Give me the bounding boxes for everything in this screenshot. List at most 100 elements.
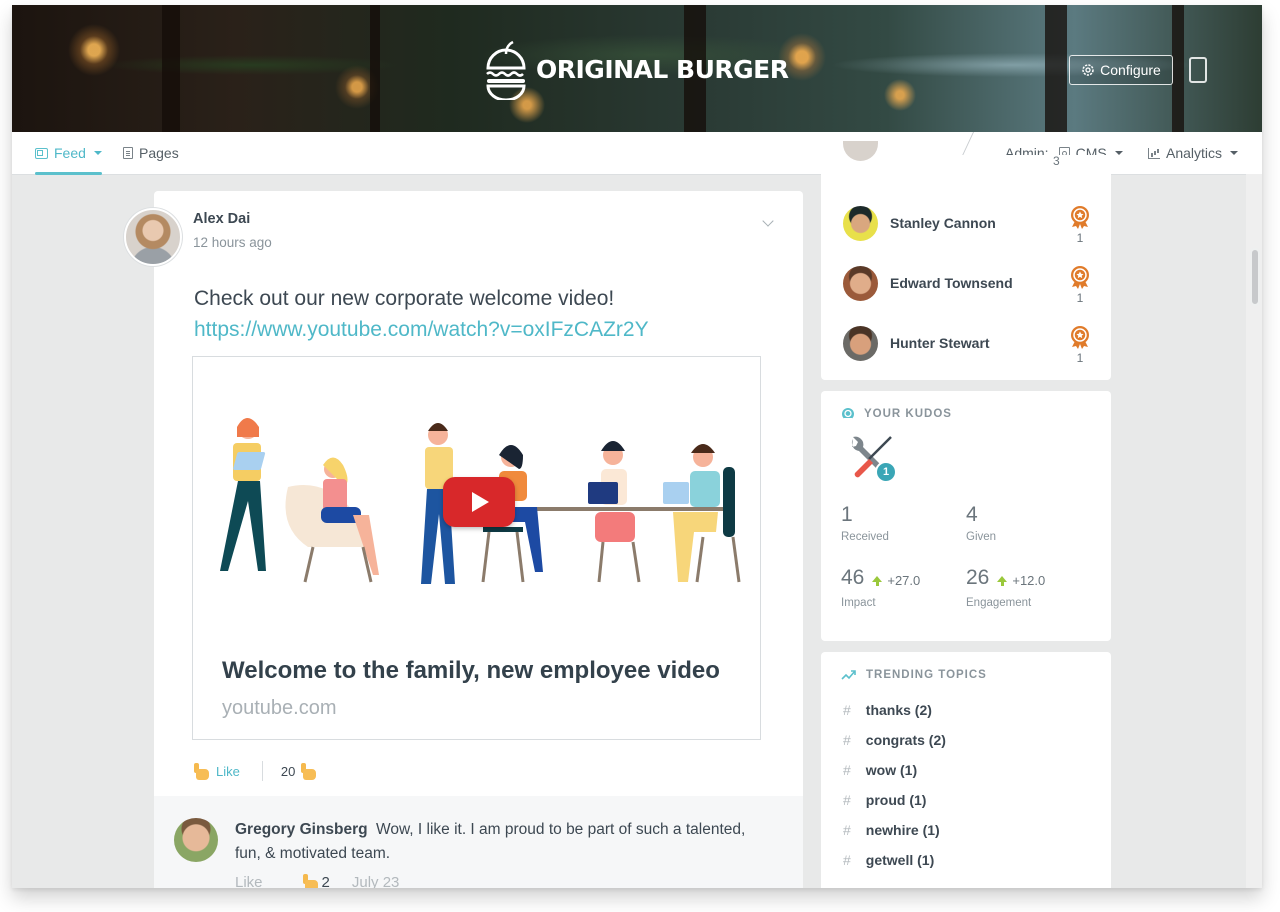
post-menu-chevron-icon[interactable] [762,215,774,227]
topic-item[interactable]: # proud (1) [843,792,926,808]
hero-banner: ORIGINAL BURGER Configure [12,5,1262,132]
comments-section: Gregory Ginsberg Wow, I like it. I am pr… [154,796,803,888]
stat-engagement: 26 +12.0 Engagement [966,566,1045,609]
comment-date: July 23 [351,874,400,888]
trending-icon [841,670,856,680]
topic-label: wow (1) [865,762,918,778]
avatar [843,141,878,161]
hashtag-icon: # [843,732,851,748]
leader-name: Hunter Stewart [890,335,990,351]
nav-feed[interactable]: Feed [35,132,102,175]
brand-name: ORIGINAL BURGER [536,54,789,84]
brand-logo[interactable]: ORIGINAL BURGER [484,38,789,100]
scrollbar-thumb[interactable] [1250,248,1260,306]
author-avatar[interactable] [124,208,182,266]
trending-header: TRENDING TOPICS [841,669,987,681]
leaderboard-card: 3 Stanley Cannon 1 Edward Townsend 1 Hun… [821,141,1111,380]
kudos-title: YOUR KUDOS [864,408,952,420]
medal-icon [1071,266,1089,289]
nav-pages[interactable]: Pages [123,132,179,174]
trending-title: TRENDING TOPICS [866,669,987,681]
given-label: Given [966,531,997,543]
topic-item[interactable]: # congrats (2) [843,732,946,748]
post-actions: Like 20 [194,761,317,781]
nav-pages-label: Pages [139,145,179,161]
topic-item[interactable]: # newhire (1) [843,822,940,838]
your-kudos-card: YOUR KUDOS 1 1 Received 4 Given 46 +27.0… [821,391,1111,641]
topic-item[interactable]: # wow (1) [843,762,917,778]
given-value: 4 [966,503,978,526]
engagement-label: Engagement [966,597,1032,609]
chevron-down-icon [1230,151,1239,155]
configure-label: Configure [1100,62,1161,78]
topic-item[interactable]: # getwell (1) [843,852,934,868]
commenter-avatar[interactable] [174,818,218,862]
leader-name: Stanley Cannon [890,215,996,231]
document-icon [123,147,133,159]
leaderboard-item[interactable]: Hunter Stewart 1 [843,323,1093,365]
burger-logo-icon [486,40,526,100]
like-count[interactable]: 20 [281,762,317,780]
topic-item[interactable]: # thanks (2) [843,702,932,718]
topic-label: getwell (1) [865,852,935,868]
app-window: ORIGINAL BURGER Configure Feed Pages Adm… [12,5,1262,888]
preview-domain: youtube.com [222,697,337,719]
hashtag-icon: # [843,702,851,718]
impact-delta: +27.0 [887,573,921,588]
like-button[interactable]: Like [194,762,240,780]
medal: 1 [1065,205,1095,245]
topic-label: congrats (2) [865,732,946,748]
medal-count: 1 [1076,351,1084,365]
comment-like-count-value: 2 [321,874,330,888]
link-preview[interactable]: Welcome to the family, new employee vide… [192,356,761,740]
play-video-button[interactable] [443,477,515,527]
leader-count: 3 [1053,154,1060,168]
nav-analytics[interactable]: Analytics [1148,132,1239,174]
received-label: Received [841,531,889,543]
stat-impact: 46 +27.0 Impact [841,566,920,609]
comment-author[interactable]: Gregory Ginsberg [235,821,368,838]
kudos-header: YOUR KUDOS [841,407,952,421]
engagement-value: 26 [966,566,990,589]
medal-count: 1 [1076,231,1084,245]
like-label: Like [216,763,240,779]
arrow-up-icon [997,576,1008,586]
preview-title[interactable]: Welcome to the family, new employee vide… [222,657,720,685]
configure-button[interactable]: Configure [1069,55,1173,85]
avatar [843,205,878,241]
medal-icon [1071,326,1089,349]
thumbs-up-icon [301,762,317,780]
gear-icon [1082,64,1094,76]
comment-meta: Like 2 July 23 [235,874,399,888]
panel-toggle-button[interactable] [1189,57,1207,83]
feed-icon [35,147,48,159]
topic-label: newhire (1) [865,822,940,838]
post-link[interactable]: https://www.youtube.com/watch?v=oxIFzCAZ… [194,314,649,345]
video-thumbnail [193,357,759,645]
chevron-down-icon [1114,151,1123,155]
kudos-badge[interactable]: 1 [845,433,899,483]
post-author[interactable]: Alex Dai [193,211,250,227]
stat-given: 4 Given [966,503,996,543]
post-text: Check out our new corporate welcome vide… [194,287,615,310]
leaderboard-item[interactable]: Stanley Cannon 1 [843,203,1095,245]
avatar [843,325,878,361]
hashtag-icon: # [843,792,851,808]
kudos-badge-count: 1 [875,461,897,483]
hashtag-icon: # [843,852,851,868]
analytics-icon [1148,147,1160,159]
leaderboard-item[interactable]: Edward Townsend 1 [843,263,1095,305]
feed-post: Alex Dai 12 hours ago Check out our new … [124,191,803,888]
avatar [843,265,878,301]
hashtag-icon: # [843,762,851,778]
received-value: 1 [841,503,853,526]
comment-like-button[interactable]: Like [235,874,263,888]
medal: 1 [1065,265,1095,305]
post-timestamp: 12 hours ago [193,235,272,250]
engagement-delta: +12.0 [1012,573,1046,588]
nav-feed-label: Feed [54,145,86,161]
medal-count: 1 [1076,291,1084,305]
thumbs-up-icon [194,762,209,780]
chevron-down-icon [93,151,102,155]
comment-like-count[interactable]: 2 [302,874,330,888]
